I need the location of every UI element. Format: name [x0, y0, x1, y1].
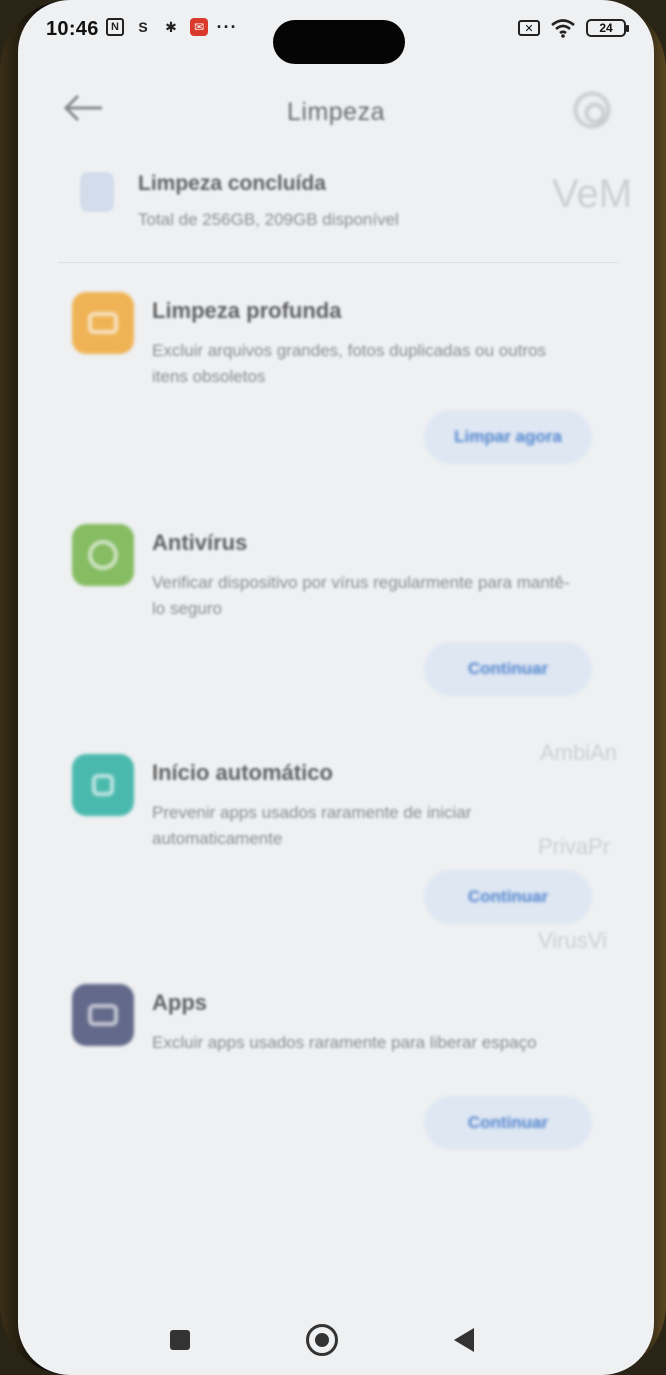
autostart-icon [72, 754, 134, 816]
page-title: Limpeza [287, 98, 385, 126]
card-title: Antivírus [152, 530, 248, 555]
card-apps: Apps Excluir apps usados raramente para … [72, 984, 612, 1164]
status-bar: 10:46 N S ✱ ✉ ··· ✕ 24 [18, 12, 654, 64]
settings-icon[interactable] [574, 92, 610, 128]
clean-now-button[interactable]: Limpar agora [424, 410, 592, 464]
phone-storage-icon [80, 172, 114, 212]
card-title: Apps [152, 990, 207, 1015]
home-icon[interactable] [306, 1324, 338, 1356]
shield-icon [72, 524, 134, 586]
mail-icon: ✉ [190, 18, 208, 36]
continue-antivirus-button[interactable]: Continuar [424, 642, 592, 696]
sync-icon: S [138, 19, 148, 35]
continue-autostart-button[interactable]: Continuar [424, 870, 592, 924]
camera-notch [273, 20, 405, 64]
summary-subtitle: Total de 256GB, 209GB disponível [138, 210, 399, 229]
continue-apps-button[interactable]: Continuar [424, 1096, 592, 1150]
status-time: 10:46 [46, 18, 99, 40]
wifi-icon [551, 19, 575, 38]
battery-icon: 24 [586, 19, 629, 37]
header: Limpeza [18, 80, 654, 140]
card-description: Excluir arquivos grandes, fotos duplicad… [152, 341, 547, 386]
more-icon: ··· [216, 16, 238, 37]
card-antivirus: Antivírus Verificar dispositivo por víru… [72, 524, 612, 704]
screen: 10:46 N S ✱ ✉ ··· ✕ 24 Limpeza VeM AmbiA… [18, 0, 654, 1375]
nfc-icon: N [106, 18, 124, 36]
divider [58, 262, 618, 263]
recents-icon[interactable] [170, 1330, 190, 1350]
summary-title: Limpeza concluída [138, 172, 326, 195]
sim-off-icon: ✕ [518, 20, 540, 36]
card-title: Início automático [152, 760, 333, 785]
back-icon[interactable] [454, 1328, 474, 1352]
card-autostart: Início automático Prevenir apps usados r… [72, 754, 612, 934]
status-icons-left: N S ✱ ✉ ··· [106, 16, 238, 37]
gear-icon: ✱ [165, 18, 177, 35]
navigation-bar [18, 1310, 654, 1370]
broom-icon [72, 292, 134, 354]
card-description: Prevenir apps usados raramente de inicia… [152, 803, 472, 848]
card-deep-clean: Limpeza profunda Excluir arquivos grande… [72, 292, 612, 472]
status-icons-right: ✕ 24 [518, 18, 629, 38]
card-description: Verificar dispositivo por vírus regularm… [152, 573, 570, 618]
card-title: Limpeza profunda [152, 298, 342, 323]
cleanup-summary: Limpeza concluída Total de 256GB, 209GB … [74, 160, 614, 250]
apps-icon [72, 984, 134, 1046]
card-description: Excluir apps usados raramente para liber… [152, 1033, 537, 1052]
